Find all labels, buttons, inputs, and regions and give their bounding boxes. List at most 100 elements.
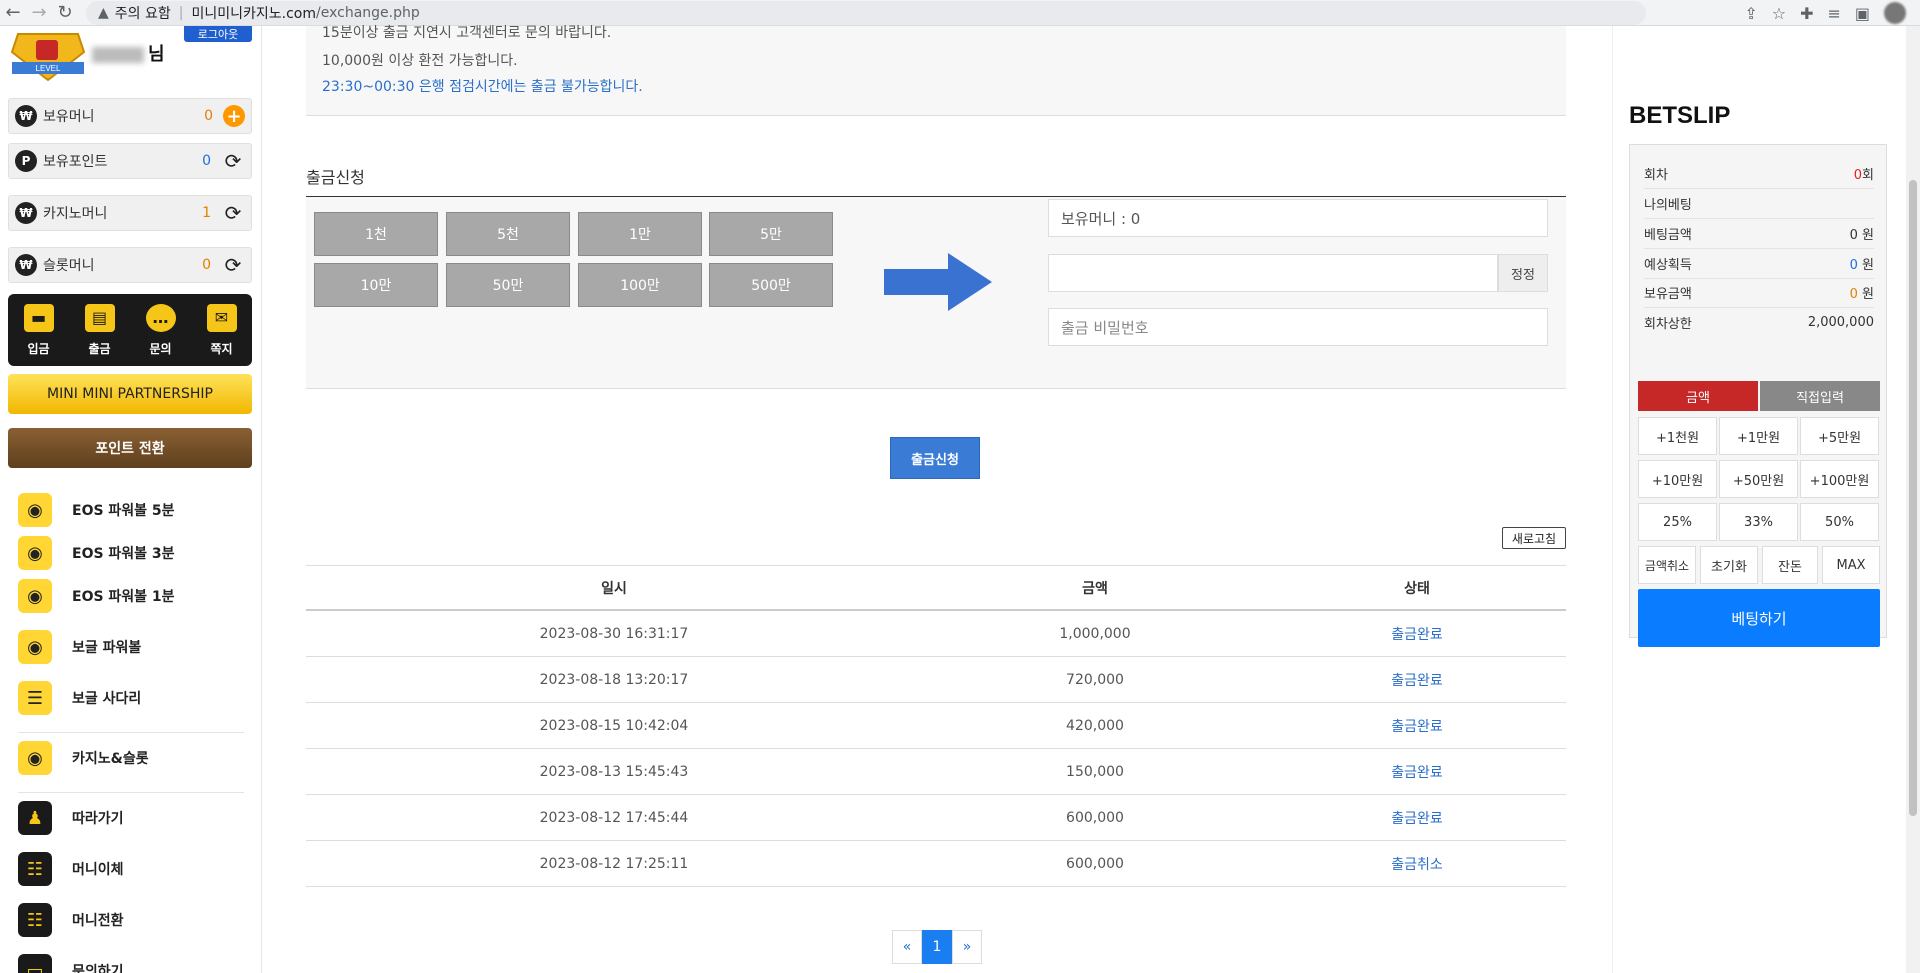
slip-value: 0회 (1854, 164, 1874, 183)
place-bet-button[interactable]: 베팅하기 (1638, 589, 1880, 647)
pager-next[interactable]: » (952, 930, 982, 964)
url-domain: 미니미니카지노.com (191, 5, 316, 22)
logout-button[interactable]: 로그아웃 (184, 26, 252, 42)
money-label: 보유머니 (43, 109, 95, 125)
share-icon[interactable]: ⇪ (1744, 4, 1757, 23)
quick-inquiry[interactable]: … 문의 (130, 294, 191, 366)
sidebar-item-eos5[interactable]: ◉ EOS 파워볼 5분 (18, 492, 175, 528)
max-button[interactable]: MAX (1822, 546, 1880, 584)
refresh-icon[interactable]: ⟳ (221, 201, 245, 225)
withdraw-password-input[interactable]: 출금 비밀번호 (1048, 308, 1548, 346)
cell-status: 출금완료 (1391, 626, 1443, 643)
slip-value: 0 원 (1849, 228, 1874, 243)
reload-icon[interactable]: ↻ (52, 0, 78, 26)
percent-button[interactable]: 50% (1800, 503, 1879, 541)
withdraw-submit-button[interactable]: 출금신청 (890, 437, 980, 479)
reset-button[interactable]: 초기화 (1700, 546, 1758, 584)
quick-amount-button[interactable]: +5만원 (1800, 417, 1879, 455)
won-coin-icon: ₩ (15, 202, 37, 224)
won-coin-icon: ₩ (15, 105, 37, 127)
slip-value: 2,000,000 (1807, 314, 1874, 330)
sidebar-item-boggle-ladder[interactable]: ☰ 보글 사다리 (18, 680, 141, 716)
quick-withdraw[interactable]: ▤ 출금 (69, 294, 130, 366)
quick-amount-button[interactable]: +10만원 (1638, 460, 1717, 498)
sidebar-item-follow[interactable]: ♟ 따라가기 (18, 800, 124, 836)
scrollbar-thumb[interactable] (1909, 180, 1917, 816)
balance-field: 보유머니 : 0 (1048, 199, 1548, 237)
withdraw-amount-input[interactable] (1048, 254, 1498, 292)
won-coin-icon: ₩ (15, 254, 37, 276)
tab-direct-input[interactable]: 직접입력 (1760, 381, 1880, 411)
expected-value: 0 (1849, 258, 1858, 273)
refresh-icon[interactable]: ⟳ (221, 149, 245, 173)
page-scrollbar[interactable] (1906, 26, 1920, 973)
powerball-icon: ◉ (18, 536, 52, 570)
tab-amount[interactable]: 금액 (1638, 381, 1758, 411)
quick-amount-button[interactable]: +1천원 (1638, 417, 1717, 455)
envelope-icon: ✉ (206, 303, 237, 332)
holding-unit: 원 (1857, 287, 1874, 302)
refresh-button[interactable]: 새로고침 (1502, 527, 1566, 549)
sidebar-item-casino-slot[interactable]: ◉ 카지노&슬롯 (18, 740, 149, 776)
amount-button[interactable]: 500만 (709, 263, 833, 307)
amount-button[interactable]: 1천 (314, 212, 438, 256)
extensions-icon[interactable]: ✚ (1800, 4, 1813, 23)
pagination: « 1 » (892, 930, 982, 964)
quick-deposit[interactable]: ▬ 입금 (8, 294, 69, 366)
pager-prev[interactable]: « (892, 930, 922, 964)
partnership-button[interactable]: MINI MINI PARTNERSHIP (8, 374, 252, 414)
sidebar-item-boggle-powerball[interactable]: ◉ 보글 파워볼 (18, 629, 141, 665)
round-unit: 회 (1862, 168, 1874, 183)
slip-value: 0 원 (1850, 254, 1874, 273)
table-row: 2023-08-18 13:20:17 720,000 출금완료 (306, 657, 1566, 703)
notice-line: 15분이상 출금 지연시 고객센터로 문의 바랍니다. (322, 25, 612, 41)
cell-date: 2023-08-15 10:42:04 (539, 717, 689, 734)
address-bar[interactable]: ▲ 주의 요함 | 미니미니카지노.com/exchange.php (86, 0, 1646, 25)
sidebar-item-money-convert[interactable]: ☷ 머니전환 (18, 902, 124, 938)
sidebar-divider (18, 792, 244, 793)
money-row-holding: ₩ 보유머니 0 + (8, 98, 252, 134)
quick-amount-button[interactable]: +100만원 (1800, 460, 1879, 498)
quick-message[interactable]: ✉ 쪽지 (191, 294, 252, 366)
quick-amount-button[interactable]: +50만원 (1719, 460, 1798, 498)
pager-page-current[interactable]: 1 (922, 930, 952, 964)
sidebar-item-eos3[interactable]: ◉ EOS 파워볼 3분 (18, 535, 175, 571)
round-value: 0 (1853, 168, 1863, 183)
slip-row-limit: 회차상한 2,000,000 (1644, 307, 1874, 337)
back-arrow-icon[interactable]: ← (0, 0, 26, 26)
cell-status: 출금완료 (1391, 810, 1443, 827)
amount-button[interactable]: 1만 (578, 212, 702, 256)
sidebar-item-eos1[interactable]: ◉ EOS 파워볼 1분 (18, 578, 175, 614)
forward-arrow-icon[interactable]: → (26, 0, 52, 26)
percent-button[interactable]: 33% (1719, 503, 1798, 541)
amount-button[interactable]: 5천 (446, 212, 570, 256)
powerball-icon: ◉ (18, 493, 52, 527)
slip-row-mybet: 나의베팅 (1644, 189, 1874, 219)
change-button[interactable]: 잔돈 (1762, 546, 1818, 584)
betslip-panel: BETSLIP 회차 0회 나의베팅 베팅금액 0 원 예상획득 0 원 보유금… (1612, 26, 1906, 973)
quick-amount-button[interactable]: +1만원 (1719, 417, 1798, 455)
holding-value: 0 (1849, 287, 1858, 302)
bookmark-star-icon[interactable]: ☆ (1772, 4, 1786, 23)
plus-icon[interactable]: + (223, 105, 245, 127)
sidebar-item-inquiry[interactable]: ▭ 문의하기 (18, 953, 124, 973)
amount-button[interactable]: 10만 (314, 263, 438, 307)
reading-list-icon[interactable]: ≡ (1827, 4, 1840, 23)
point-convert-button[interactable]: 포인트 전환 (8, 428, 252, 468)
sidebar-item-money-transfer[interactable]: ☷ 머니이체 (18, 851, 124, 887)
sidebar-item-label: EOS 파워볼 3분 (72, 546, 175, 562)
amount-button[interactable]: 50만 (446, 263, 570, 307)
refresh-icon[interactable]: ⟳ (221, 253, 245, 277)
side-panel-icon[interactable]: ▣ (1855, 4, 1870, 23)
reset-amount-button[interactable]: 정정 (1498, 254, 1548, 292)
browser-toolbar: ← → ↻ ▲ 주의 요함 | 미니미니카지노.com/exchange.php… (0, 0, 1920, 26)
amount-button[interactable]: 5만 (709, 212, 833, 256)
sidebar-item-label: 보글 사다리 (72, 691, 142, 707)
percent-button[interactable]: 25% (1638, 503, 1717, 541)
chip-icon: ◉ (18, 741, 52, 775)
cancel-amount-button[interactable]: 금액취소 (1638, 546, 1696, 584)
amount-button[interactable]: 100만 (578, 263, 702, 307)
profile-avatar[interactable] (1884, 2, 1906, 24)
sidebar: LEVEL 님 로그아웃 ₩ 보유머니 0 + P 보유포인트 0 ⟳ ₩ 카지… (0, 26, 262, 973)
quick-menu: ▬ 입금 ▤ 출금 … 문의 ✉ 쪽지 (8, 294, 252, 366)
